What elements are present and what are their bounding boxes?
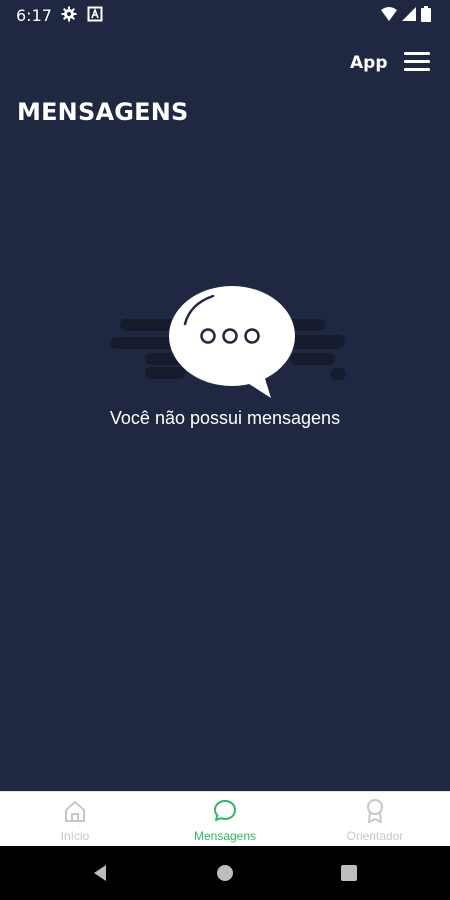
header-app-label: App	[350, 53, 388, 73]
wifi-icon	[381, 7, 397, 21]
page-title: MENSAGENS	[17, 98, 189, 126]
award-ribbon-icon	[367, 799, 383, 823]
system-navigation-bar	[0, 846, 450, 900]
bottom-navigation: Início Mensagens Orientador	[0, 791, 450, 847]
nav-label-orientador: Orientador	[346, 829, 404, 843]
gear-icon	[61, 6, 77, 22]
font-a-icon	[87, 6, 103, 22]
nav-label-mensagens: Mensagens	[193, 829, 257, 843]
home-icon	[65, 801, 85, 822]
back-triangle-icon[interactable]	[90, 863, 110, 883]
status-bar: 6:17	[0, 0, 450, 30]
speech-bubble-icon	[110, 286, 346, 398]
chat-bubble-icon	[214, 800, 236, 821]
nav-label-inicio: Início	[60, 829, 90, 843]
empty-state-message: Você não possui mensagens	[109, 408, 341, 428]
status-time: 6:17	[16, 6, 52, 25]
cellular-signal-icon	[402, 7, 416, 21]
recents-square-icon[interactable]	[339, 863, 359, 883]
home-circle-icon[interactable]	[215, 863, 235, 883]
nav-item-mensagens[interactable]: Mensagens	[150, 792, 300, 847]
nav-item-orientador[interactable]: Orientador	[300, 792, 450, 847]
nav-item-inicio[interactable]: Início	[0, 792, 150, 847]
battery-icon	[421, 6, 431, 22]
hamburger-menu-icon[interactable]	[402, 49, 434, 75]
